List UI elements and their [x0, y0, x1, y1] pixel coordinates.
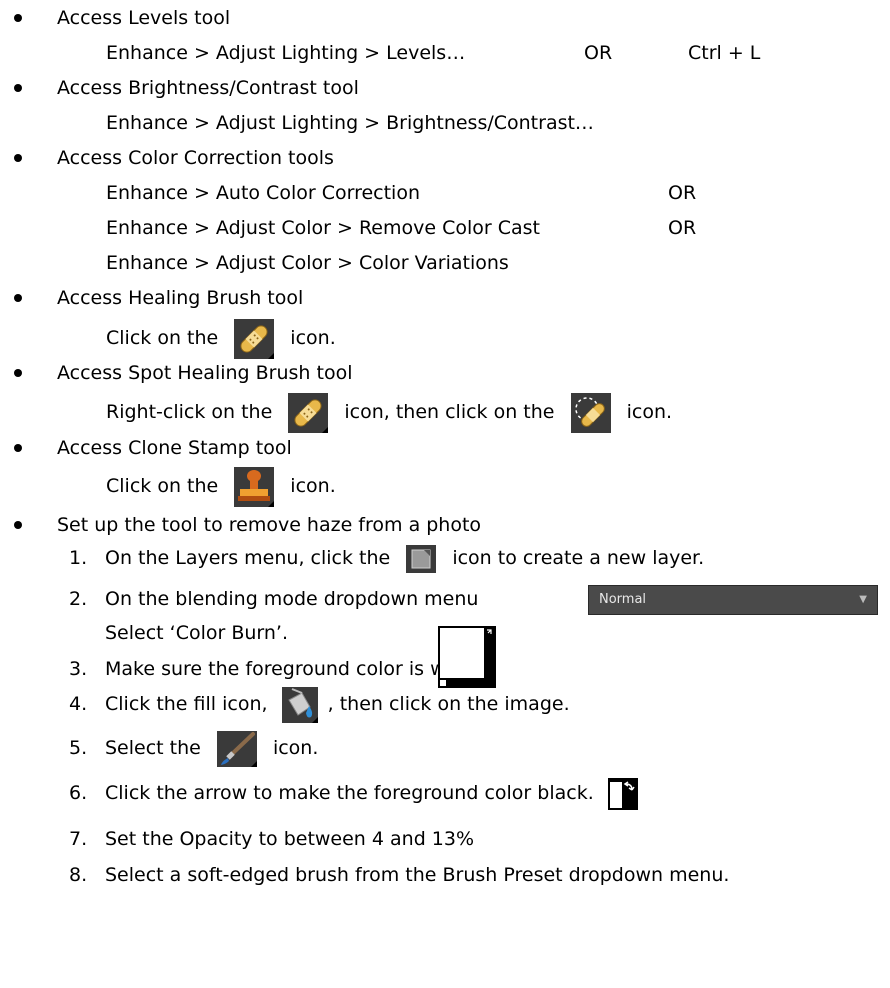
detail-line: Click on the icon. [106, 466, 336, 507]
item-title: Access Clone Stamp tool [57, 437, 292, 459]
bullet [14, 444, 22, 452]
menu-path: Enhance > Adjust Lighting > Brightness/C… [106, 112, 594, 134]
bullet [14, 521, 22, 529]
or-label: OR [584, 42, 613, 64]
dropdown-value: Normal [599, 592, 647, 607]
item-title: Access Color Correction tools [57, 147, 334, 169]
bullet [14, 369, 22, 377]
swap-colors-icon[interactable] [607, 777, 638, 810]
item-title: Set up the tool to remove haze from a ph… [57, 514, 482, 536]
step-3: 3. Make sure the foreground color is whit… [69, 658, 489, 680]
shortcut: Ctrl + L [688, 42, 761, 64]
item-title: Access Levels tool [57, 7, 231, 29]
paint-bucket-icon [281, 686, 318, 723]
step-5: 5. Select the icon. [69, 728, 318, 768]
or-label: OR [668, 217, 697, 239]
instruction-sheet: Access Levels tool Enhance > Adjust Ligh… [0, 0, 890, 988]
bullet [14, 294, 22, 302]
step-7: 7. Set the Opacity to between 4 and 13% [69, 828, 475, 850]
color-swatch-icon [438, 626, 496, 688]
step-6: 6. Click the arrow to make the foreground… [69, 776, 638, 810]
chevron-down-icon: ▼ [859, 594, 867, 605]
detail-line: Click on the icon. [106, 318, 336, 359]
menu-path: Enhance > Adjust Lighting > Levels… [106, 42, 466, 64]
item-title: Access Spot Healing Brush tool [57, 362, 353, 384]
step-2-select: Select ‘Color Burn’. [105, 622, 289, 644]
or-label: OR [668, 182, 697, 204]
detail-line: Right-click on the icon, then click on t… [106, 392, 672, 433]
step-1: 1. On the Layers menu, click the icon to … [69, 538, 704, 578]
bullet [14, 84, 22, 92]
bullet [14, 14, 22, 22]
step-8: 8. Select a soft-edged brush from the Bru… [69, 864, 730, 886]
stamp-icon [234, 466, 275, 507]
spot-bandage-icon [570, 392, 611, 433]
step-4: 4. Click the fill icon, , then click on t… [69, 684, 570, 724]
item-title: Access Healing Brush tool [57, 287, 304, 309]
brush-icon [216, 730, 257, 767]
bullet [14, 154, 22, 162]
bandage-icon [288, 392, 329, 433]
menu-path: Enhance > Auto Color Correction [106, 182, 421, 204]
blend-mode-dropdown[interactable]: Normal ▼ [588, 585, 878, 615]
bandage-icon [234, 318, 275, 359]
new-layer-icon [406, 544, 437, 573]
step-2: 2. On the blending mode dropdown menu [69, 588, 479, 610]
menu-path: Enhance > Adjust Color > Color Variation… [106, 252, 509, 274]
menu-path: Enhance > Adjust Color > Remove Color Ca… [106, 217, 540, 239]
item-title: Access Brightness/Contrast tool [57, 77, 359, 99]
